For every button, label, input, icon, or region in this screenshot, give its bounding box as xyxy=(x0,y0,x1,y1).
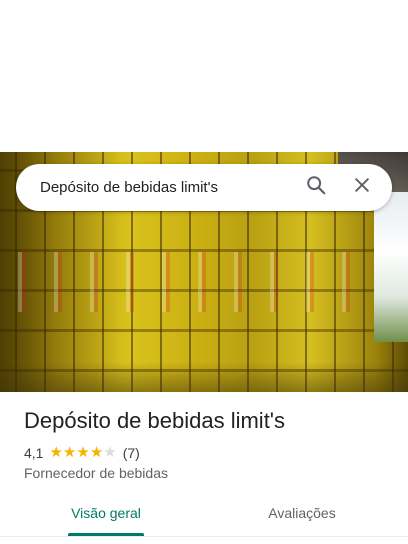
star-filled-icon: ★ xyxy=(62,444,77,461)
tab-bar: Visão geral Avaliações xyxy=(0,496,408,537)
star-rating: ★ ★ ★ ★ ★ xyxy=(49,445,116,461)
close-button[interactable] xyxy=(342,168,382,208)
search-button[interactable] xyxy=(296,168,336,208)
active-tab-indicator xyxy=(68,533,144,536)
search-query[interactable]: Depósito de bebidas limit's xyxy=(16,179,296,196)
star-filled-icon: ★ xyxy=(76,444,90,461)
photo-detail xyxy=(0,252,380,312)
rating-value: 4,1 xyxy=(24,445,44,461)
place-category[interactable]: Fornecedor de bebidas xyxy=(24,465,168,481)
tab-reviews[interactable]: Avaliações xyxy=(252,496,352,536)
photo-sky xyxy=(374,192,408,342)
close-icon xyxy=(352,175,372,200)
star-filled-icon: ★ xyxy=(49,444,63,461)
blank-top-area xyxy=(0,0,408,152)
place-title: Depósito de bebidas limit's xyxy=(24,408,286,433)
search-icon xyxy=(305,174,327,201)
search-bar[interactable]: Depósito de bebidas limit's xyxy=(16,164,392,211)
photo-floor xyxy=(0,362,408,392)
tab-overview[interactable]: Visão geral xyxy=(60,496,152,536)
star-empty-icon: ★ xyxy=(103,444,117,461)
star-filled-icon: ★ xyxy=(89,444,104,461)
rating-row[interactable]: 4,1 ★ ★ ★ ★ ★ (7) xyxy=(24,444,140,462)
review-count[interactable]: (7) xyxy=(123,445,140,461)
